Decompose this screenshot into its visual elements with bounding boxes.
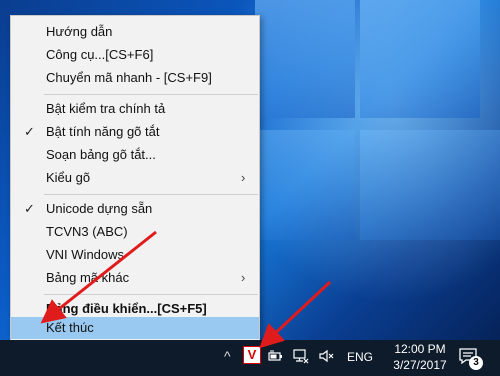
- wallpaper-window-pane: [255, 130, 355, 240]
- menu-item-soan-bang-go-tat[interactable]: Soạn bảng gõ tắt...: [11, 144, 259, 166]
- menu-item-cong-cu[interactable]: Công cụ...[CS+F6]: [11, 44, 259, 66]
- wallpaper-window-pane: [360, 130, 500, 240]
- unikey-context-menu: Hướng dẫn Công cụ...[CS+F6] Chuyển mã nh…: [10, 15, 260, 343]
- submenu-arrow-icon: ›: [241, 170, 246, 185]
- menu-item-bat-kiem-tra-chinh-ta[interactable]: Bật kiểm tra chính tả: [11, 98, 259, 120]
- menu-item-label: Unicode dựng sẵn: [46, 201, 153, 216]
- menu-item-ket-thuc[interactable]: Kết thúc: [11, 317, 259, 339]
- network-icon[interactable]: [293, 348, 309, 364]
- volume-muted-icon[interactable]: [318, 348, 334, 364]
- menu-item-tcvn3[interactable]: TCVN3 (ABC): [11, 221, 259, 243]
- menu-item-label: Hướng dẫn: [46, 24, 113, 39]
- menu-separator: [44, 94, 258, 95]
- taskbar: ^ V ENG 12:00 PM 3/27/2017 3: [0, 340, 500, 376]
- menu-item-vni-windows[interactable]: VNI Windows: [11, 244, 259, 266]
- menu-item-label: Kiểu gõ: [46, 170, 91, 185]
- menu-separator: [44, 294, 258, 295]
- menu-item-chuyen-ma-nhanh[interactable]: Chuyển mã nhanh - [CS+F9]: [11, 67, 259, 89]
- menu-separator: [44, 194, 258, 195]
- battery-icon[interactable]: [268, 348, 284, 364]
- menu-item-label: Bật tính năng gõ tắt: [46, 124, 160, 139]
- menu-item-label: Bật kiểm tra chính tả: [46, 101, 166, 116]
- wallpaper-window-pane: [360, 0, 480, 118]
- menu-item-bat-tinh-nang-go-tat[interactable]: ✓ Bật tính năng gõ tắt: [11, 121, 259, 143]
- menu-item-label: Soạn bảng gõ tắt...: [46, 147, 156, 162]
- menu-item-label: Bảng mã khác: [46, 270, 130, 285]
- menu-item-unicode-dung-san[interactable]: ✓ Unicode dựng sẵn: [11, 198, 259, 220]
- clock-time[interactable]: 12:00 PM: [380, 342, 460, 356]
- menu-item-label: TCVN3 (ABC): [46, 224, 128, 239]
- checkmark-icon: ✓: [24, 201, 35, 216]
- menu-item-label: Kết thúc: [46, 320, 94, 335]
- checkmark-icon: ✓: [24, 124, 35, 139]
- wallpaper-window-pane: [255, 0, 355, 118]
- unikey-tray-icon[interactable]: V: [243, 346, 261, 364]
- menu-item-kieu-go[interactable]: Kiểu gõ ›: [11, 167, 259, 189]
- input-language-indicator[interactable]: ENG: [347, 350, 373, 364]
- show-hidden-icons-icon[interactable]: ^: [224, 348, 231, 364]
- clock-date[interactable]: 3/27/2017: [380, 358, 460, 372]
- submenu-arrow-icon: ›: [241, 270, 246, 285]
- menu-item-huong-dan[interactable]: Hướng dẫn: [11, 21, 259, 43]
- menu-item-label: Chuyển mã nhanh - [CS+F9]: [46, 70, 212, 85]
- notification-count-badge: 3: [469, 356, 483, 370]
- menu-item-bang-ma-khac[interactable]: Bảng mã khác ›: [11, 267, 259, 289]
- menu-item-label: Công cụ...[CS+F6]: [46, 47, 154, 62]
- menu-item-label: VNI Windows: [46, 247, 125, 262]
